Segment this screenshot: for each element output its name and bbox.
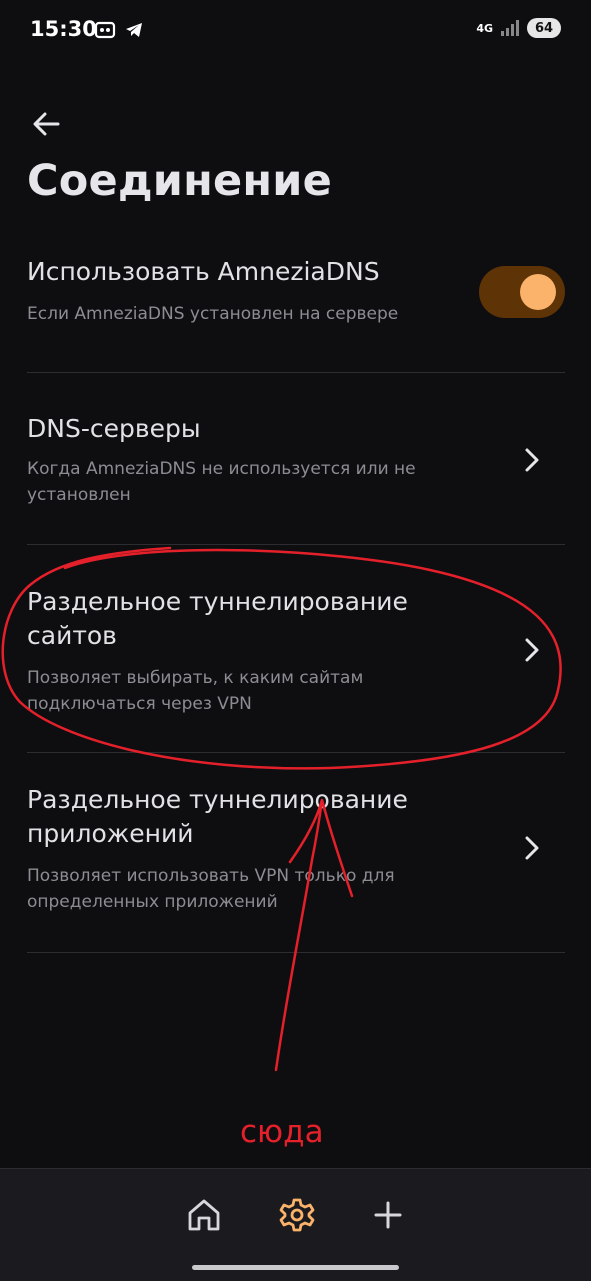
chevron-right-icon[interactable] xyxy=(518,446,546,474)
annotation-label: сюда xyxy=(240,1114,324,1150)
amnezia-dns-toggle[interactable] xyxy=(479,266,565,318)
setting-title: DNS-серверы xyxy=(27,414,201,443)
status-time: 15:30 xyxy=(30,17,97,41)
setting-row-site-split-tunneling[interactable]: Раздельное туннелирование сайтов Позволя… xyxy=(0,545,591,753)
status-bar: 15:30 4G 64 xyxy=(0,0,591,62)
setting-title: Раздельное туннелирование сайтов xyxy=(27,587,408,650)
toggle-knob xyxy=(520,274,556,310)
setting-title: Раздельное туннелирование приложений xyxy=(27,785,408,848)
plus-icon xyxy=(374,1201,402,1229)
network-label: 4G xyxy=(476,21,493,35)
bottom-navigation xyxy=(0,1168,591,1281)
setting-subtitle: Позволяет выбирать, к каким сайтам подкл… xyxy=(27,668,364,714)
arrow-left-icon xyxy=(33,112,60,136)
status-icons-right: 4G 64 xyxy=(476,18,561,38)
setting-title: Использовать AmneziaDNS xyxy=(27,257,380,286)
home-indicator xyxy=(192,1265,399,1270)
back-button[interactable] xyxy=(26,104,66,144)
setting-subtitle: Позволяет использовать VPN только для оп… xyxy=(27,866,395,912)
gear-icon xyxy=(279,1198,315,1232)
setting-row-dns-servers[interactable]: DNS-серверы Когда AmneziaDNS не использу… xyxy=(0,373,591,545)
telegram-icon xyxy=(126,23,142,37)
status-icons-left xyxy=(94,20,144,40)
setting-subtitle: Если AmneziaDNS установлен на сервере xyxy=(27,304,399,324)
setting-row-app-split-tunneling[interactable]: Раздельное туннелирование приложений Поз… xyxy=(0,753,591,953)
setting-row-amnezia-dns[interactable]: Использовать AmneziaDNS Если AmneziaDNS … xyxy=(0,230,591,373)
nav-settings-button[interactable] xyxy=(275,1193,319,1237)
screen-record-icon xyxy=(94,21,116,39)
home-icon xyxy=(188,1199,220,1231)
setting-subtitle: Когда AmneziaDNS не используется или не … xyxy=(27,459,416,505)
battery-indicator: 64 xyxy=(527,18,561,38)
chevron-right-icon[interactable] xyxy=(518,834,546,862)
nav-add-button[interactable] xyxy=(366,1193,410,1237)
signal-icon xyxy=(501,20,519,36)
nav-home-button[interactable] xyxy=(182,1193,226,1237)
chevron-right-icon[interactable] xyxy=(518,636,546,664)
page-title: Соединение xyxy=(27,156,332,206)
divider xyxy=(27,952,565,953)
